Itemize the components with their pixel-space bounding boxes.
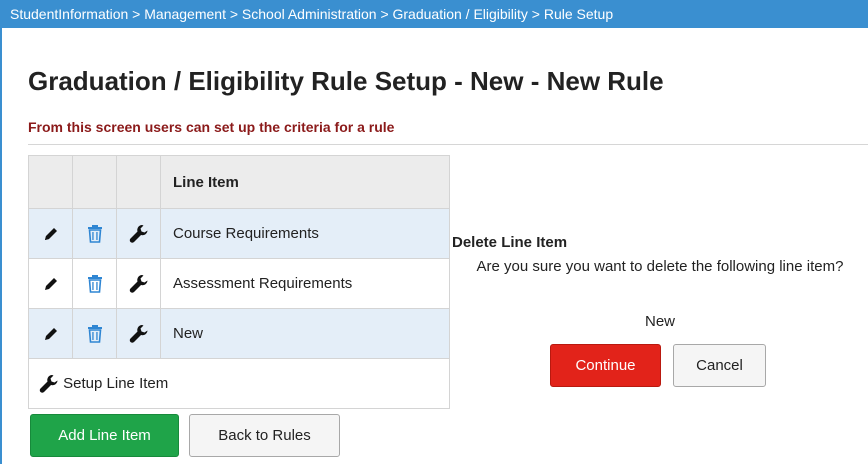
- page-subtitle: From this screen users can set up the cr…: [28, 119, 395, 135]
- table-row: New: [28, 308, 450, 359]
- dialog-item-name: New: [644, 313, 675, 330]
- divider: [28, 144, 868, 145]
- delete-cell[interactable]: [72, 208, 117, 259]
- wrench-icon[interactable]: [129, 324, 149, 344]
- cancel-button[interactable]: Cancel: [673, 344, 766, 387]
- add-line-item-button[interactable]: Add Line Item: [30, 414, 179, 457]
- wrench-icon: [39, 374, 58, 393]
- pencil-icon[interactable]: [42, 225, 60, 243]
- table-row: Course Requirements: [28, 208, 450, 259]
- table-footer-row: Setup Line Item: [28, 358, 450, 409]
- continue-button[interactable]: Continue: [550, 344, 661, 387]
- setup-line-item-label[interactable]: Setup Line Item: [63, 374, 168, 391]
- edit-cell[interactable]: [28, 258, 73, 309]
- wrench-icon[interactable]: [129, 274, 149, 294]
- line-item-label[interactable]: Assessment Requirements: [160, 258, 450, 309]
- line-item-label[interactable]: New: [160, 308, 450, 359]
- setup-cell[interactable]: [116, 208, 161, 259]
- edit-cell[interactable]: [28, 208, 73, 259]
- header-spacer: [116, 155, 161, 209]
- dialog-title: Delete Line Item: [452, 234, 568, 251]
- header-spacer: [28, 155, 73, 209]
- wrench-icon[interactable]: [129, 224, 149, 244]
- left-border: [0, 28, 2, 464]
- pencil-icon[interactable]: [42, 275, 60, 293]
- header-spacer: [72, 155, 117, 209]
- back-to-rules-button[interactable]: Back to Rules: [189, 414, 340, 457]
- pencil-icon[interactable]: [42, 325, 60, 343]
- line-items-table: Line Item Course Requirements Assessment…: [28, 155, 450, 409]
- page-title: Graduation / Eligibility Rule Setup - Ne…: [28, 66, 664, 96]
- setup-line-item-link[interactable]: Setup Line Item: [28, 358, 450, 409]
- setup-cell[interactable]: [116, 308, 161, 359]
- dialog-message: Are you sure you want to delete the foll…: [476, 258, 844, 275]
- trash-icon[interactable]: [87, 324, 103, 343]
- edit-cell[interactable]: [28, 308, 73, 359]
- delete-cell[interactable]: [72, 308, 117, 359]
- trash-icon[interactable]: [87, 224, 103, 243]
- table-header-row: Line Item: [28, 155, 450, 209]
- breadcrumb: StudentInformation > Management > School…: [0, 0, 868, 28]
- line-item-label[interactable]: Course Requirements: [160, 208, 450, 259]
- delete-cell[interactable]: [72, 258, 117, 309]
- table-row: Assessment Requirements: [28, 258, 450, 309]
- setup-cell[interactable]: [116, 258, 161, 309]
- trash-icon[interactable]: [87, 274, 103, 293]
- column-header-line-item: Line Item: [160, 155, 450, 209]
